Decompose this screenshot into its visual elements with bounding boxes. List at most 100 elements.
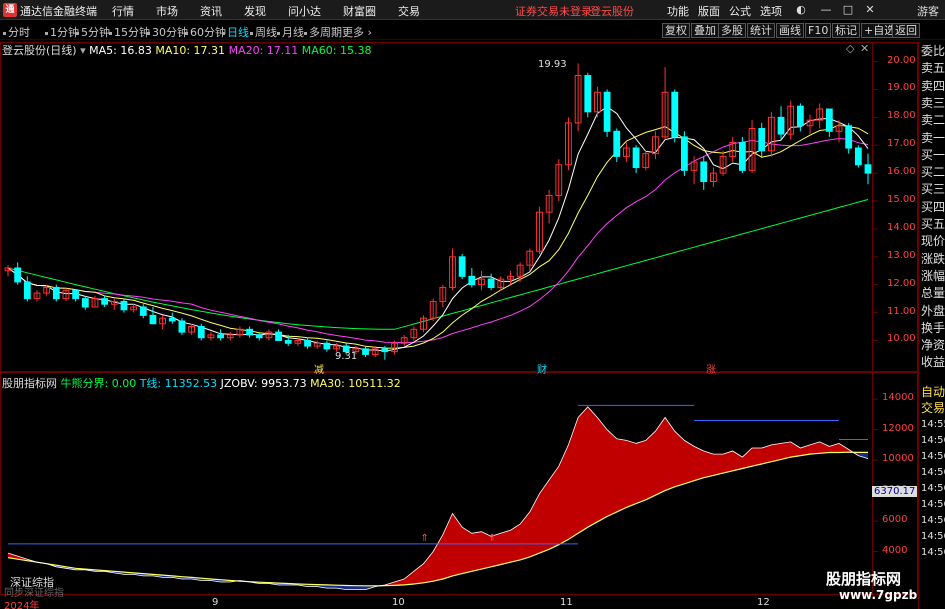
event-marker-rise[interactable]: 涨	[706, 361, 716, 376]
tab-period-15min[interactable]: 15分钟	[109, 24, 150, 40]
draw-line-button[interactable]: 画线	[776, 23, 804, 38]
sub-y-tick-label: 10000	[882, 453, 914, 465]
candle-body	[14, 267, 22, 283]
trade-login-warning[interactable]: 证券交易未登录	[515, 3, 592, 19]
high-price-label: 19.93	[538, 59, 567, 70]
side-panel-trade-item: 14:56	[921, 547, 945, 558]
tab-period-1min[interactable]: 1分钟	[45, 24, 79, 40]
tab-period-60min[interactable]: 60分钟	[185, 24, 226, 40]
y-tick-label: 14.00	[887, 221, 916, 233]
ma20-label: MA20: 17.11	[228, 44, 299, 57]
candles	[4, 63, 872, 360]
maximize-icon[interactable]: □	[840, 2, 856, 18]
candle-body	[458, 256, 466, 277]
date-label-year: 2024年	[4, 601, 40, 609]
candle-body	[168, 317, 176, 322]
tab-period-30min[interactable]: 30分钟	[147, 24, 188, 40]
side-panel-item: 卖四	[921, 78, 945, 93]
chart-canvas[interactable]: ⇑ ⇑	[0, 42, 918, 609]
side-panel-item: 卖五	[921, 61, 945, 76]
back-button[interactable]: 返回	[892, 23, 920, 38]
y-tick-label: 11.00	[887, 305, 916, 317]
tab-period-5min[interactable]: 5分钟	[76, 24, 110, 40]
menu-functions[interactable]: 功能	[667, 3, 689, 19]
overlay-button[interactable]: 叠加	[691, 23, 719, 38]
candle-body	[758, 128, 766, 152]
sub-y-tick-label: 4000	[882, 544, 908, 556]
mark-button[interactable]: 标记	[832, 23, 860, 38]
side-panel-item: 涨跌	[921, 251, 945, 266]
candle-body	[603, 91, 611, 132]
main-chart-frame	[0, 42, 918, 372]
restore-rights-button[interactable]: 复权	[662, 23, 690, 38]
menu-wealth[interactable]: 财富圈	[343, 3, 376, 19]
tab-period-more[interactable]: 更多 ›	[342, 24, 372, 40]
skin-icon[interactable]: ◐	[793, 2, 809, 18]
tab-label: 多周期	[309, 26, 342, 39]
ma60-label: MA60: 15.38	[301, 44, 372, 57]
y-tick-label: 16.00	[887, 166, 916, 178]
tab-label: 5分钟	[81, 26, 110, 39]
menu-news[interactable]: 资讯	[200, 3, 222, 19]
ma10-label: MA10: 17.31	[155, 44, 226, 57]
candle-body	[825, 108, 833, 132]
menu-ask[interactable]: 问小达	[288, 3, 321, 19]
multi-stock-button[interactable]: 多股	[718, 23, 746, 38]
candle-body	[304, 339, 311, 347]
side-panel-item: 买二	[921, 165, 945, 180]
candle-body	[52, 286, 60, 300]
title-stock-name: 登云股份	[590, 5, 634, 18]
crosshair-value-tag: 6370.17	[872, 486, 918, 497]
menu-options[interactable]: 选项	[760, 3, 782, 19]
tab-period-multi[interactable]: 多周期	[304, 24, 342, 40]
candle-body	[255, 334, 263, 339]
chevron-right-icon: ›	[367, 26, 372, 39]
minimize-icon[interactable]: —	[818, 2, 834, 18]
menu-trade[interactable]: 交易	[398, 3, 420, 19]
sub-y-tick-label: 12000	[882, 422, 914, 434]
bullet-icon	[277, 31, 280, 35]
guest-user[interactable]: 游客	[917, 3, 939, 19]
tab-label: 日线	[227, 26, 249, 39]
sub-chart-title: 股朋指标网	[2, 377, 57, 390]
menu-formula[interactable]: 公式	[729, 3, 751, 19]
buy-arrow-icon: ⇑	[421, 533, 429, 544]
menu-layout[interactable]: 版面	[698, 3, 720, 19]
candle-body	[217, 334, 224, 339]
statistics-button[interactable]: 统计	[747, 23, 775, 38]
chart-close-icon[interactable]: ✕	[860, 42, 869, 55]
y-tick-label: 15.00	[887, 194, 916, 206]
title-bar: 通 通达信金融终端 行情 市场 资讯 发现 问小达 财富圈 交易 证券交易未登录…	[0, 0, 945, 20]
event-marker-reduce[interactable]: 减	[314, 361, 324, 376]
y-tick-label: 17.00	[887, 138, 916, 150]
chevron-down-icon[interactable]: ▾	[80, 44, 89, 57]
tab-period-daily[interactable]: 日线	[222, 24, 249, 40]
date-label-dec: 12	[757, 597, 770, 608]
candle-body	[613, 130, 621, 157]
bullet-icon	[109, 31, 112, 35]
bullet-icon	[76, 31, 79, 35]
date-label-nov: 11	[560, 597, 573, 608]
low-price-label: 9.31	[335, 351, 358, 362]
main-chart-header: 登云股份(日线) ▾ MA5: 16.83 MA10: 17.31 MA20: …	[2, 42, 372, 58]
candle-body	[738, 141, 746, 171]
tab-period-monthly[interactable]: 月线	[277, 24, 304, 40]
side-panel-item: 卖三	[921, 95, 945, 110]
tab-period-minute[interactable]: 分时	[3, 24, 30, 40]
tab-period-weekly[interactable]: 周线	[250, 24, 277, 40]
t-line-label: T线: 11352.53	[139, 377, 218, 390]
tab-label: 30分钟	[152, 26, 188, 39]
candle-body	[284, 339, 292, 344]
date-label-oct: 10	[392, 597, 405, 608]
chart-settings-icon[interactable]: ◇	[846, 42, 854, 55]
app-name: 通达信金融终端	[20, 5, 97, 18]
candle-body	[23, 281, 31, 300]
side-panel-item: 卖一	[921, 130, 945, 145]
event-marker-finance[interactable]: 财	[537, 361, 547, 376]
menu-market[interactable]: 市场	[156, 3, 178, 19]
menu-discover[interactable]: 发现	[244, 3, 266, 19]
side-panel-item: 总量	[921, 286, 945, 301]
menu-market-quotes[interactable]: 行情	[112, 3, 134, 19]
f10-button[interactable]: F10	[805, 23, 832, 38]
close-icon[interactable]: ✕	[862, 2, 878, 18]
